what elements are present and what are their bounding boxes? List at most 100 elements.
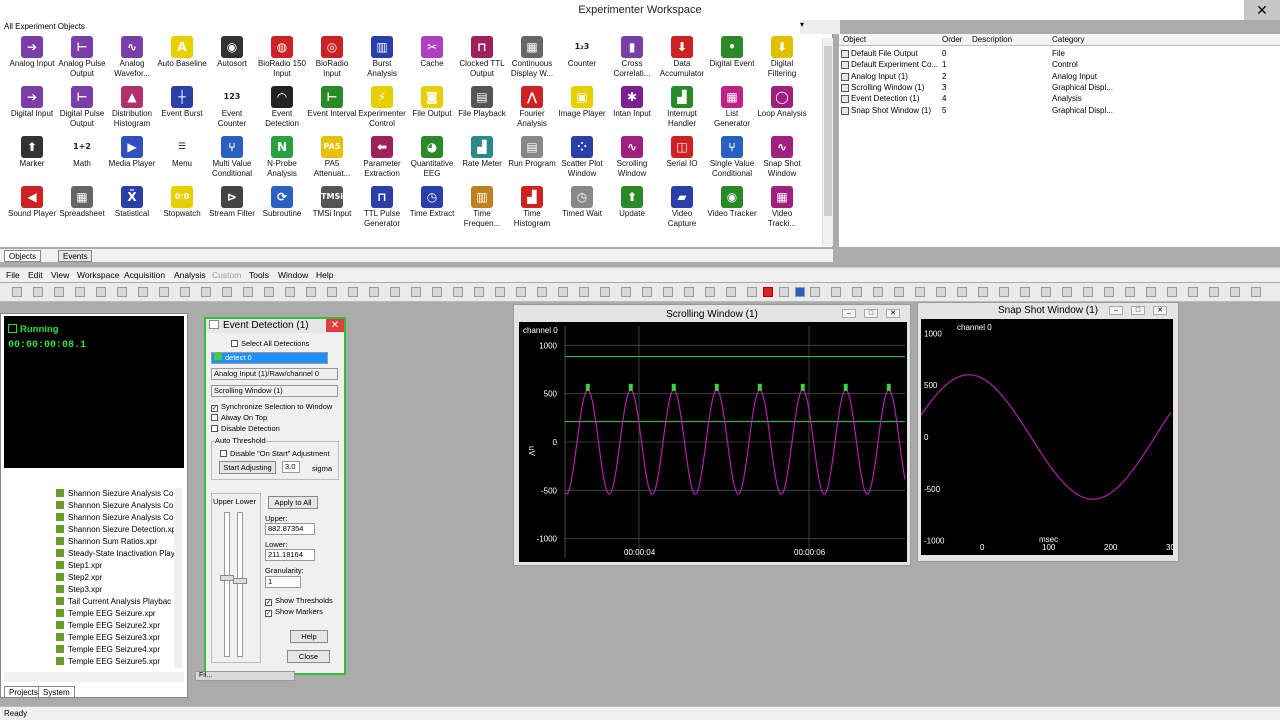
toolbar-button-icon[interactable]: [243, 287, 253, 297]
toolbar-button-icon[interactable]: [726, 287, 736, 297]
tab-system[interactable]: System: [38, 686, 75, 698]
toolbar-button-icon[interactable]: [180, 287, 190, 297]
toolbar-button-icon[interactable]: [999, 287, 1009, 297]
toolbar-button-icon[interactable]: [96, 287, 106, 297]
source-field[interactable]: Analog Input (1)/Raw/channel 0: [211, 368, 338, 380]
list-item[interactable]: Steady-State Inactivation Play: [56, 549, 175, 561]
close-window-button[interactable]: ✕: [1244, 0, 1280, 20]
list-item[interactable]: Tail Current Analysis Playbac: [56, 597, 171, 609]
toolbar-button-icon[interactable]: [495, 287, 505, 297]
lower-input[interactable]: 211.18164: [265, 549, 315, 561]
palette-item[interactable]: ◙ File Output: [407, 86, 457, 136]
minimized-window[interactable]: Fil...: [195, 671, 295, 681]
palette-item[interactable]: PA5 PA5 Attenuat...: [307, 136, 357, 186]
list-item[interactable]: Temple EEG Seizure2.xpr: [56, 621, 160, 633]
toolbar-button-icon[interactable]: [831, 287, 841, 297]
palette-dropdown[interactable]: ▾: [800, 20, 840, 34]
palette-item[interactable]: ⋀ Fourier Analysis: [507, 86, 557, 136]
palette-item[interactable]: ➔ Analog Input: [7, 36, 57, 86]
palette-item[interactable]: ⚡ Experimenter Control: [357, 86, 407, 136]
palette-item[interactable]: ▶ Media Player: [107, 136, 157, 186]
file-list-scrollbar[interactable]: [174, 488, 182, 668]
palette-item[interactable]: • Digital Event: [707, 36, 757, 86]
menu-custom[interactable]: Custom: [212, 270, 241, 280]
toolbar-button-icon[interactable]: [747, 287, 757, 297]
pause-icon[interactable]: [779, 287, 789, 297]
palette-item[interactable]: ∿ Analog Wavefor...: [107, 36, 157, 86]
table-row[interactable]: Event Detection (1) 4 Analysis: [839, 94, 1280, 105]
tab-objects[interactable]: Objects: [4, 250, 42, 262]
maximize-icon[interactable]: □: [864, 309, 878, 318]
table-row[interactable]: Analog Input (1) 2 Analog Input: [839, 72, 1280, 83]
toolbar-button-icon[interactable]: [810, 287, 820, 297]
palette-item[interactable]: ◉ Video Tracker: [707, 186, 757, 236]
upper-slider[interactable]: [224, 512, 230, 657]
palette-item[interactable]: ∿ Snap Shot Window: [757, 136, 807, 186]
palette-item[interactable]: ⊓ Clocked TTL Output: [457, 36, 507, 86]
palette-item[interactable]: ⑂ Single Value Conditional: [707, 136, 757, 186]
palette-item[interactable]: N N-Probe Analysis: [257, 136, 307, 186]
stop-icon[interactable]: [763, 287, 773, 297]
toolbar-button-icon[interactable]: [936, 287, 946, 297]
play-icon[interactable]: [795, 287, 805, 297]
toolbar-button-icon[interactable]: [1104, 287, 1114, 297]
disable-detection-checkbox[interactable]: Disable Detection: [211, 424, 280, 433]
toolbar-button-icon[interactable]: [1062, 287, 1072, 297]
palette-item[interactable]: ⬇ Data Accumulator: [657, 36, 707, 86]
palette-item[interactable]: ⬅ Parameter Extraction: [357, 136, 407, 186]
palette-item[interactable]: ⁘ Scatter Plot Window: [557, 136, 607, 186]
list-item[interactable]: Step1.xpr: [56, 561, 102, 573]
lower-slider[interactable]: [237, 512, 243, 657]
granularity-input[interactable]: 1: [265, 576, 301, 588]
disable-on-start-checkbox[interactable]: Disable "On Start" Adjustment: [220, 449, 330, 458]
palette-item[interactable]: ▟ Interrupt Handler: [657, 86, 707, 136]
start-adjusting-button[interactable]: Start Adjusting: [219, 461, 276, 474]
palette-item[interactable]: ▥ Burst Analysis: [357, 36, 407, 86]
toolbar-button-icon[interactable]: [222, 287, 232, 297]
col-object[interactable]: Object: [843, 35, 866, 44]
toolbar-button-icon[interactable]: [621, 287, 631, 297]
menu-file[interactable]: File: [6, 270, 20, 280]
toolbar-button-icon[interactable]: [1125, 287, 1135, 297]
toolbar-button-icon[interactable]: [642, 287, 652, 297]
toolbar-button-icon[interactable]: [348, 287, 358, 297]
list-item[interactable]: Temple EEG Seizure.xpr: [56, 609, 156, 621]
always-on-top-checkbox[interactable]: Alway On Top: [211, 413, 267, 422]
toolbar-button-icon[interactable]: [117, 287, 127, 297]
toolbar-button-icon[interactable]: [75, 287, 85, 297]
dialog-close-icon[interactable]: ✕: [326, 319, 344, 332]
toolbar-button-icon[interactable]: [453, 287, 463, 297]
list-item[interactable]: Temple EEG Seizure5.xpr: [56, 657, 160, 669]
toolbar-button-icon[interactable]: [12, 287, 22, 297]
toolbar-button-icon[interactable]: [285, 287, 295, 297]
toolbar-button-icon[interactable]: [894, 287, 904, 297]
toolbar-button-icon[interactable]: [1230, 287, 1240, 297]
palette-item[interactable]: ▦ Continuous Display W...: [507, 36, 557, 86]
lower-slider-thumb[interactable]: [233, 578, 247, 584]
menu-help[interactable]: Help: [316, 270, 333, 280]
palette-item[interactable]: ☰ Menu: [157, 136, 207, 186]
scrolling-plot[interactable]: 1000 500 0 -500 -1000 00:00:04 00:00:06 channel…: [519, 322, 907, 562]
menu-analysis[interactable]: Analysis: [174, 270, 206, 280]
palette-item[interactable]: ▥ Time Frequen...: [457, 186, 507, 236]
table-row[interactable]: Default Experiment Co... 1 Control: [839, 60, 1280, 71]
palette-item[interactable]: ⬇ Digital Filtering: [757, 36, 807, 86]
toolbar-button-icon[interactable]: [915, 287, 925, 297]
palette-item[interactable]: ◎ BioRadio Input: [307, 36, 357, 86]
toolbar-button-icon[interactable]: [1167, 287, 1177, 297]
toolbar-button-icon[interactable]: [1251, 287, 1261, 297]
show-markers-checkbox[interactable]: ✓ Show Markers: [265, 607, 323, 617]
list-item[interactable]: Shannon Sum Ratios.xpr: [56, 537, 157, 549]
toolbar-button-icon[interactable]: [537, 287, 547, 297]
table-row[interactable]: Default File Output 0 File: [839, 49, 1280, 60]
palette-item[interactable]: ⊳ Stream Filter: [207, 186, 257, 236]
palette-scrollbar[interactable]: [822, 38, 833, 246]
palette-item[interactable]: ◷ Time Extract: [407, 186, 457, 236]
palette-item[interactable]: ◕ Quantitative EEG: [407, 136, 457, 186]
toolbar-button-icon[interactable]: [957, 287, 967, 297]
palette-item[interactable]: ▤ Run Program: [507, 136, 557, 186]
palette-item[interactable]: ◀ Sound Player: [7, 186, 57, 236]
list-item[interactable]: Shannon Siezure Analysis Co: [56, 489, 173, 501]
toolbar-button-icon[interactable]: [600, 287, 610, 297]
palette-item[interactable]: ⊓ TTL Pulse Generator: [357, 186, 407, 236]
